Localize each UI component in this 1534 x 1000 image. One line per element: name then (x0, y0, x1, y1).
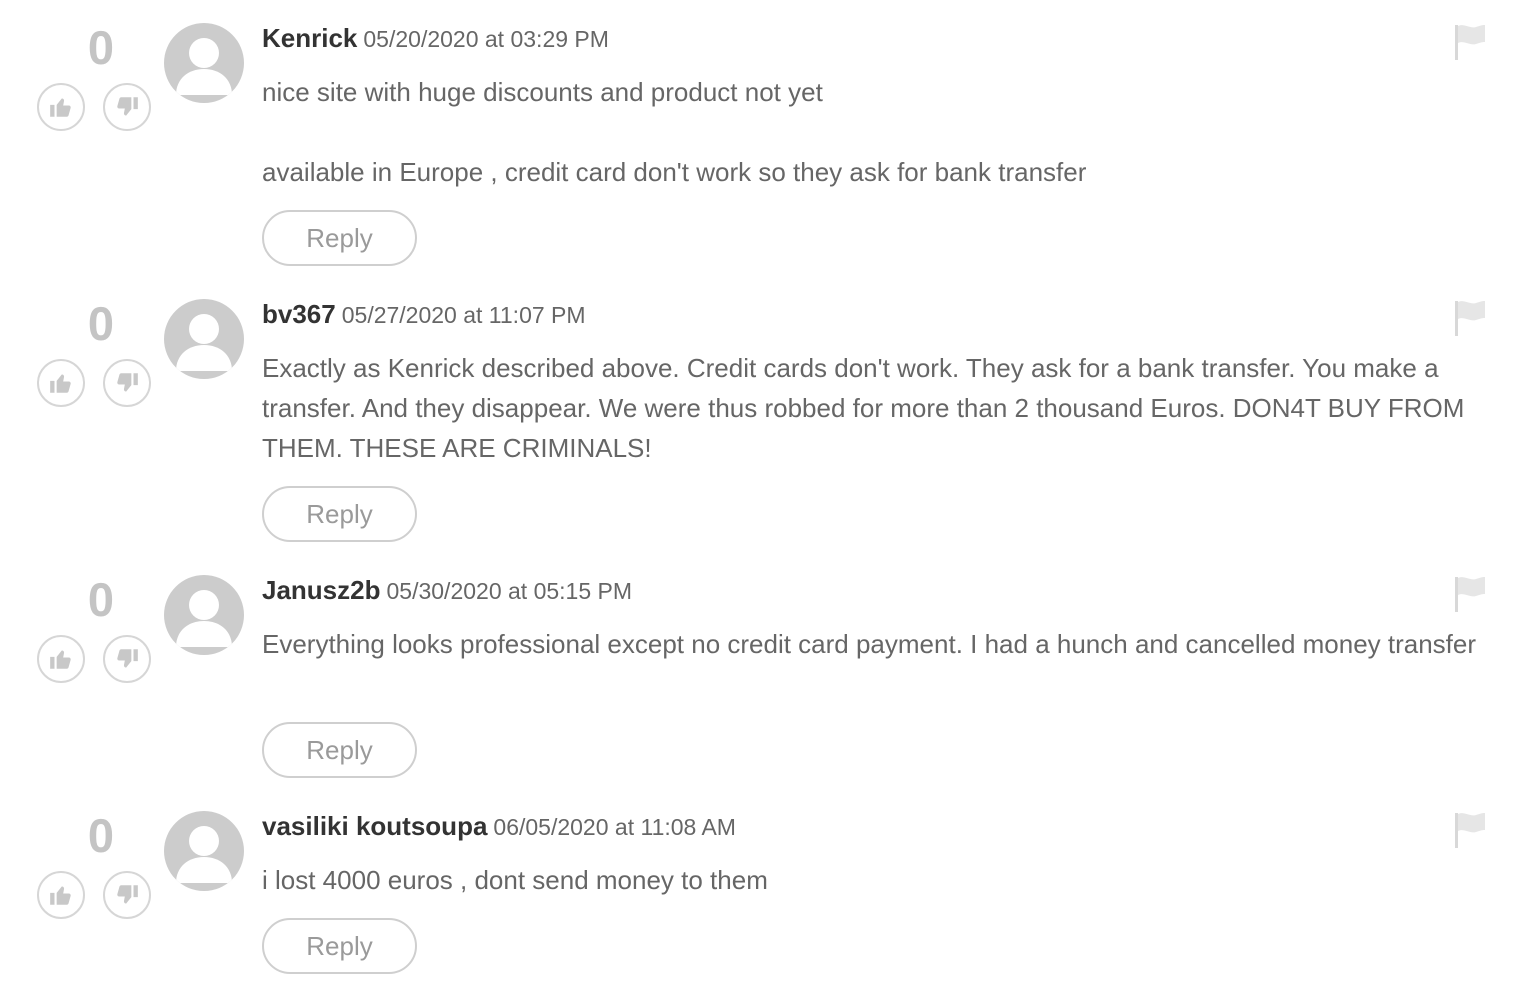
flag-button[interactable] (1452, 574, 1488, 614)
comment-header: bv367 05/27/2020 at 11:07 PM (262, 300, 586, 333)
default-user-avatar-icon (176, 38, 232, 95)
comment-paragraph: nice site with huge discounts and produc… (262, 77, 823, 107)
thumbs-down-icon (117, 885, 138, 904)
comment-score: 0 (87, 573, 115, 626)
comment-score: 0 (87, 21, 115, 74)
reply-button[interactable]: Reply (262, 918, 417, 974)
default-user-avatar-icon (176, 314, 232, 371)
comment-body: nice site with huge discounts and produc… (262, 72, 1477, 192)
thumbs-up-icon (50, 886, 71, 905)
comment-paragraph: Exactly as Kenrick described above. Cred… (262, 353, 1465, 463)
comment-author[interactable]: bv367 (262, 299, 336, 329)
upvote-button[interactable] (37, 83, 85, 131)
comment-author[interactable]: vasiliki koutsoupa (262, 811, 487, 841)
thumbs-down-icon (117, 373, 138, 392)
upvote-button[interactable] (37, 635, 85, 683)
thumbs-up-icon (50, 374, 71, 393)
reply-button[interactable]: Reply (262, 210, 417, 266)
reply-button[interactable]: Reply (262, 722, 417, 778)
comment-header: Kenrick 05/20/2020 at 03:29 PM (262, 24, 609, 57)
user-avatar (164, 811, 244, 891)
downvote-button[interactable] (103, 635, 151, 683)
comment-paragraph: available in Europe , credit card don't … (262, 157, 1087, 187)
comment-timestamp: 05/30/2020 at 05:15 PM (386, 578, 633, 604)
flag-button[interactable] (1452, 298, 1488, 338)
default-user-avatar-icon (176, 826, 232, 883)
upvote-button[interactable] (37, 359, 85, 407)
comment-body: Everything looks professional except no … (262, 624, 1477, 664)
thumbs-up-icon (50, 98, 71, 117)
upvote-button[interactable] (37, 871, 85, 919)
comment-header: Janusz2b 05/30/2020 at 05:15 PM (262, 576, 632, 609)
thumbs-down-icon (117, 649, 138, 668)
flag-icon (1455, 577, 1485, 612)
comment-paragraph: i lost 4000 euros , dont send money to t… (262, 865, 768, 895)
comment-header: vasiliki koutsoupa 06/05/2020 at 11:08 AM (262, 812, 736, 845)
default-user-avatar-icon (176, 590, 232, 647)
comment-score: 0 (87, 809, 115, 862)
comment-timestamp: 05/20/2020 at 03:29 PM (363, 26, 609, 52)
flag-button[interactable] (1452, 22, 1488, 62)
comment-timestamp: 05/27/2020 at 11:07 PM (341, 302, 586, 328)
comment-author[interactable]: Janusz2b (262, 575, 381, 605)
reply-button[interactable]: Reply (262, 486, 417, 542)
thumbs-up-icon (50, 650, 71, 669)
user-avatar (164, 575, 244, 655)
downvote-button[interactable] (103, 359, 151, 407)
flag-icon (1455, 301, 1485, 336)
user-avatar (164, 299, 244, 379)
comment-score: 0 (87, 297, 115, 350)
flag-icon (1455, 25, 1485, 60)
comment-timestamp: 06/05/2020 at 11:08 AM (493, 814, 736, 840)
comment-author[interactable]: Kenrick (262, 23, 357, 53)
flag-icon (1455, 813, 1485, 848)
user-avatar (164, 23, 244, 103)
downvote-button[interactable] (103, 83, 151, 131)
flag-button[interactable] (1452, 810, 1488, 850)
comment-paragraph: Everything looks professional except no … (262, 629, 1477, 659)
downvote-button[interactable] (103, 871, 151, 919)
comment-body: i lost 4000 euros , dont send money to t… (262, 860, 1477, 900)
comment-body: Exactly as Kenrick described above. Cred… (262, 348, 1477, 468)
thumbs-down-icon (117, 97, 138, 116)
